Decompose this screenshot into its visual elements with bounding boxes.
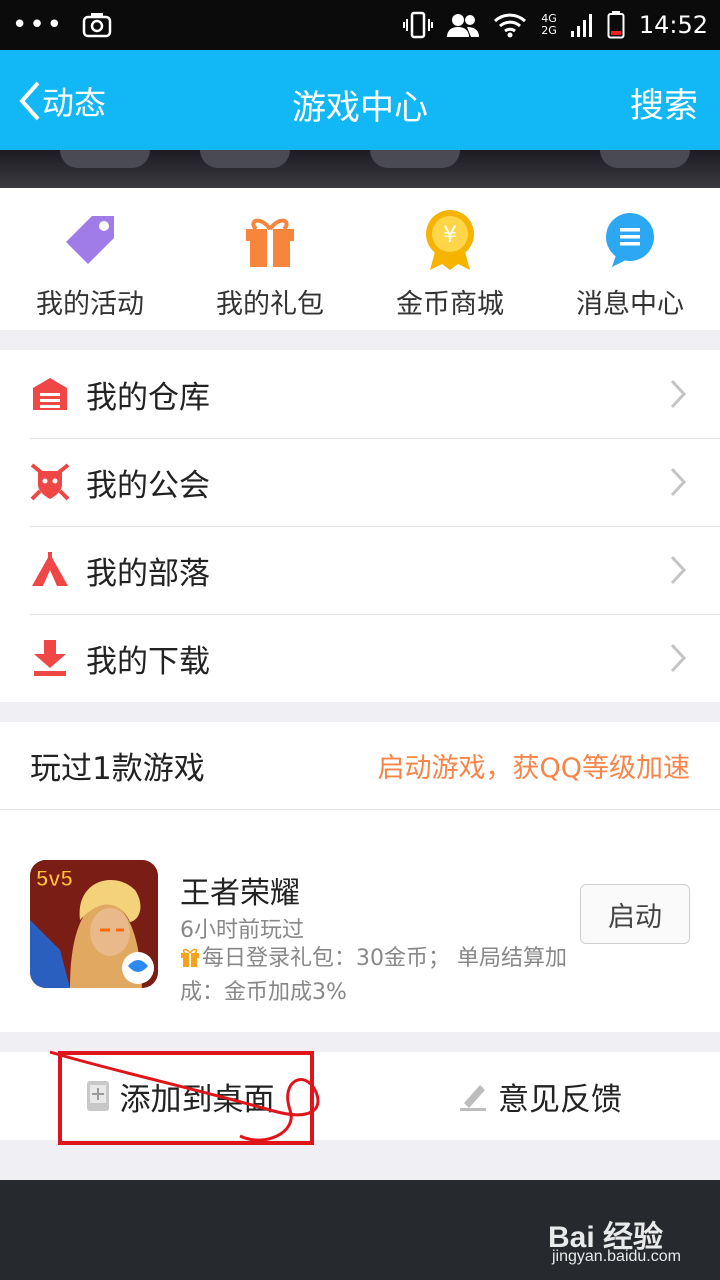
tag-icon xyxy=(66,216,114,264)
game-item[interactable]: 5v5 王者荣耀 6小时前玩过 每日登录礼包：30金币； 单局结算加成：金币加成… xyxy=(30,860,690,1020)
svg-text:¥: ¥ xyxy=(443,223,457,248)
menu-label: 我的仓库 xyxy=(86,379,210,416)
quick-label: 金币商城 xyxy=(396,289,504,320)
guild-shield-icon xyxy=(30,463,70,501)
wifi-icon xyxy=(494,13,527,38)
search-button[interactable]: 搜索 xyxy=(630,78,698,127)
feedback-label: 意见反馈 xyxy=(498,1081,622,1118)
game-last-played: 6小时前玩过 xyxy=(180,918,304,943)
phone-add-icon xyxy=(86,1081,109,1111)
small-gift-icon xyxy=(181,948,199,967)
promo-link[interactable]: 启动游戏，获QQ等级加速 xyxy=(377,746,690,785)
thumb-badge: 5v5 xyxy=(36,866,73,891)
nav-bar: 动态 游戏中心 搜索 xyxy=(0,50,720,150)
contacts-icon xyxy=(447,14,480,37)
quick-my-activities[interactable]: 我的活动 xyxy=(0,188,180,330)
add-to-desktop-button[interactable]: 添加到桌面 xyxy=(0,1052,360,1140)
chevron-right-icon xyxy=(670,467,687,497)
game-name: 王者荣耀 xyxy=(180,876,300,911)
tent-icon xyxy=(32,552,68,586)
page-title: 游戏中心 xyxy=(292,88,428,128)
menu-item-tribe[interactable]: 我的部落 xyxy=(0,526,720,614)
start-game-button[interactable]: 启动 xyxy=(580,884,690,944)
gift-icon xyxy=(246,218,294,267)
message-bubble-icon xyxy=(606,213,654,267)
watermark-url: jingyan.baidu.com xyxy=(552,1248,681,1265)
quick-label: 消息中心 xyxy=(576,289,684,320)
quick-message-center[interactable]: 消息中心 xyxy=(540,188,720,330)
battery-icon xyxy=(607,11,625,39)
quick-actions: 我的活动 我的礼包 ¥ 金币商城 消息中心 xyxy=(0,188,720,330)
menu-item-guild[interactable]: 我的公会 xyxy=(0,438,720,526)
status-bar: ••• 4G 2G 14:52 xyxy=(0,0,720,50)
quick-coin-mall[interactable]: ¥ 金币商城 xyxy=(360,188,540,330)
warehouse-icon xyxy=(33,378,67,410)
add-to-desktop-label: 添加到桌面 xyxy=(119,1081,275,1118)
network-2g: 2G xyxy=(541,24,557,37)
menu-label: 我的下载 xyxy=(86,643,210,680)
banner-strip[interactable] xyxy=(0,150,720,188)
feedback-button[interactable]: 意见反馈 xyxy=(360,1052,720,1140)
game-art: 5v5 xyxy=(30,860,158,988)
pencil-icon xyxy=(460,1085,486,1111)
screenshot-icon xyxy=(82,13,112,38)
chevron-right-icon xyxy=(670,555,687,585)
game-desc: 每日登录礼包：30金币； 单局结算加成：金币加成3% xyxy=(180,942,570,1010)
more-dots-icon: ••• xyxy=(12,10,65,40)
quick-label: 我的礼包 xyxy=(216,289,324,320)
my-menu-list: 我的仓库 我的公会 我的部落 我的下载 xyxy=(0,350,720,702)
quick-label: 我的活动 xyxy=(36,289,144,320)
clock: 14:52 xyxy=(638,11,708,39)
quick-my-gifts[interactable]: 我的礼包 xyxy=(180,188,360,330)
coin-medal-icon: ¥ xyxy=(426,210,474,270)
download-icon xyxy=(34,640,66,676)
vibrate-icon xyxy=(403,11,434,39)
baidu-watermark: Bai 经验 jingyan.baidu.com xyxy=(548,1212,681,1265)
signal-icon xyxy=(570,14,592,37)
bottom-actions: 添加到桌面 意见反馈 xyxy=(0,1052,720,1140)
menu-label: 我的部落 xyxy=(86,555,210,592)
menu-item-downloads[interactable]: 我的下载 xyxy=(0,614,720,702)
chevron-right-icon xyxy=(670,643,687,673)
network-type: 4G 2G xyxy=(541,13,557,37)
menu-item-warehouse[interactable]: 我的仓库 xyxy=(0,350,720,438)
played-title: 玩过1款游戏 xyxy=(30,751,205,787)
menu-label: 我的公会 xyxy=(86,467,210,504)
played-games-section: 玩过1款游戏 启动游戏，获QQ等级加速 5v5 王者荣耀 6小时前玩过 每日登录… xyxy=(0,722,720,1032)
chevron-right-icon xyxy=(670,379,687,409)
game-desc-text: 每日登录礼包：30金币； 单局结算加成：金币加成3% xyxy=(180,946,567,1005)
game-thumbnail[interactable]: 5v5 xyxy=(30,860,158,988)
played-header: 玩过1款游戏 启动游戏，获QQ等级加速 xyxy=(0,722,720,810)
